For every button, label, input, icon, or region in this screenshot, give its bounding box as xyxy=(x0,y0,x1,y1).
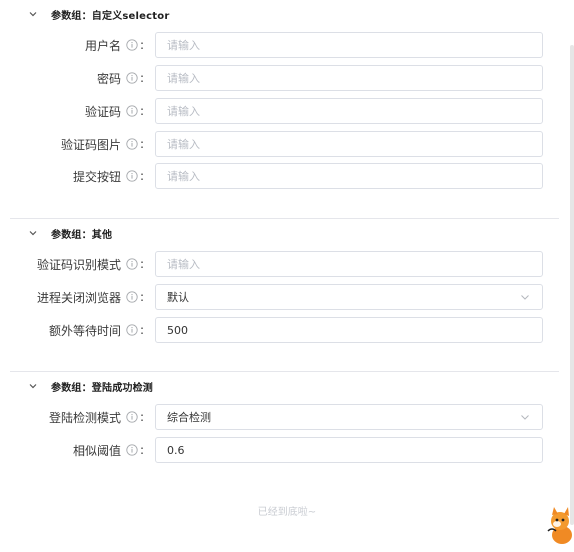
info-circle-icon[interactable] xyxy=(126,411,138,423)
field-label: 验证码图片 xyxy=(60,137,121,152)
chevron-down-icon[interactable] xyxy=(28,381,38,391)
form-row-username: 用户名 : xyxy=(0,32,574,58)
chevron-down-icon[interactable] xyxy=(519,411,531,423)
section-header-login-detection[interactable]: 参数组：登陆成功检测 xyxy=(28,377,153,395)
section-title: 参数组：自定义selector xyxy=(51,10,170,22)
field-label: 额外等待时间 xyxy=(48,323,121,338)
username-field[interactable] xyxy=(155,32,543,58)
scrollbar[interactable] xyxy=(570,45,574,525)
password-input[interactable] xyxy=(167,71,531,85)
field-label: 登陆检测模式 xyxy=(48,410,121,425)
label-colon: : xyxy=(139,290,144,304)
form-row-login-detect-mode: 登陆检测模式 : 综合检测 xyxy=(0,404,574,430)
field-label: 用户名 xyxy=(84,38,121,53)
close-browser-select[interactable]: 默认 xyxy=(155,284,543,310)
field-label: 相似阈值 xyxy=(72,443,121,458)
chevron-down-icon[interactable] xyxy=(519,291,531,303)
end-of-list-text: 已经到底啦~ xyxy=(257,507,317,518)
label-colon: : xyxy=(139,323,144,337)
submit-button-field[interactable] xyxy=(155,163,543,189)
section-title: 参数组：登陆成功检测 xyxy=(51,382,153,394)
captcha-mode-input[interactable] xyxy=(167,257,531,271)
label-colon: : xyxy=(139,104,144,118)
field-label: 验证码 xyxy=(84,104,121,119)
login-detect-mode-select[interactable]: 综合检测 xyxy=(155,404,543,430)
form-row-submit-button: 提交按钮 : xyxy=(0,163,574,189)
form-row-password: 密码 : xyxy=(0,65,574,91)
field-label: 验证码识别模式 xyxy=(36,257,121,272)
info-circle-icon[interactable] xyxy=(126,324,138,336)
chevron-down-icon[interactable] xyxy=(28,9,38,19)
submit-button-input[interactable] xyxy=(167,169,531,183)
chevron-down-icon[interactable] xyxy=(28,228,38,238)
captcha-field[interactable] xyxy=(155,98,543,124)
info-circle-icon[interactable] xyxy=(126,39,138,51)
form-row-captcha-image: 验证码图片 : xyxy=(0,131,574,157)
info-circle-icon[interactable] xyxy=(126,291,138,303)
form-row-close-browser: 进程关闭浏览器 : 默认 xyxy=(0,284,574,310)
info-circle-icon[interactable] xyxy=(126,72,138,84)
form-row-extra-wait: 额外等待时间 : xyxy=(0,317,574,343)
field-label: 密码 xyxy=(96,71,121,86)
captcha-image-input[interactable] xyxy=(167,137,531,151)
username-input[interactable] xyxy=(167,38,531,52)
similarity-threshold-field[interactable] xyxy=(155,437,543,463)
info-circle-icon[interactable] xyxy=(126,444,138,456)
section-title: 参数组：其他 xyxy=(51,229,113,241)
captcha-image-field[interactable] xyxy=(155,131,543,157)
captcha-mode-field[interactable] xyxy=(155,251,543,277)
label-colon: : xyxy=(139,410,144,424)
form-row-similarity-threshold: 相似阈值 : xyxy=(0,437,574,463)
section-divider xyxy=(10,218,559,219)
password-field[interactable] xyxy=(155,65,543,91)
field-label: 进程关闭浏览器 xyxy=(36,290,121,305)
label-colon: : xyxy=(139,257,144,271)
label-colon: : xyxy=(139,443,144,457)
label-colon: : xyxy=(139,71,144,85)
select-value: 综合检测 xyxy=(167,411,211,424)
field-label: 提交按钮 xyxy=(72,169,121,184)
similarity-threshold-input[interactable] xyxy=(167,443,531,457)
label-colon: : xyxy=(139,169,144,183)
info-circle-icon[interactable] xyxy=(126,105,138,117)
info-circle-icon[interactable] xyxy=(126,258,138,270)
label-colon: : xyxy=(139,38,144,52)
mascot-fox-icon[interactable] xyxy=(546,505,574,545)
info-circle-icon[interactable] xyxy=(126,170,138,182)
label-colon: : xyxy=(139,137,144,151)
select-value: 默认 xyxy=(167,291,189,304)
section-header-other[interactable]: 参数组：其他 xyxy=(28,224,112,242)
extra-wait-input[interactable] xyxy=(167,323,531,337)
info-circle-icon[interactable] xyxy=(126,138,138,150)
captcha-input[interactable] xyxy=(167,104,531,118)
section-divider xyxy=(10,371,559,372)
form-row-captcha: 验证码 : xyxy=(0,98,574,124)
form-row-captcha-mode: 验证码识别模式 : xyxy=(0,251,574,277)
extra-wait-field[interactable] xyxy=(155,317,543,343)
section-header-custom-selector[interactable]: 参数组：自定义selector xyxy=(28,5,169,23)
